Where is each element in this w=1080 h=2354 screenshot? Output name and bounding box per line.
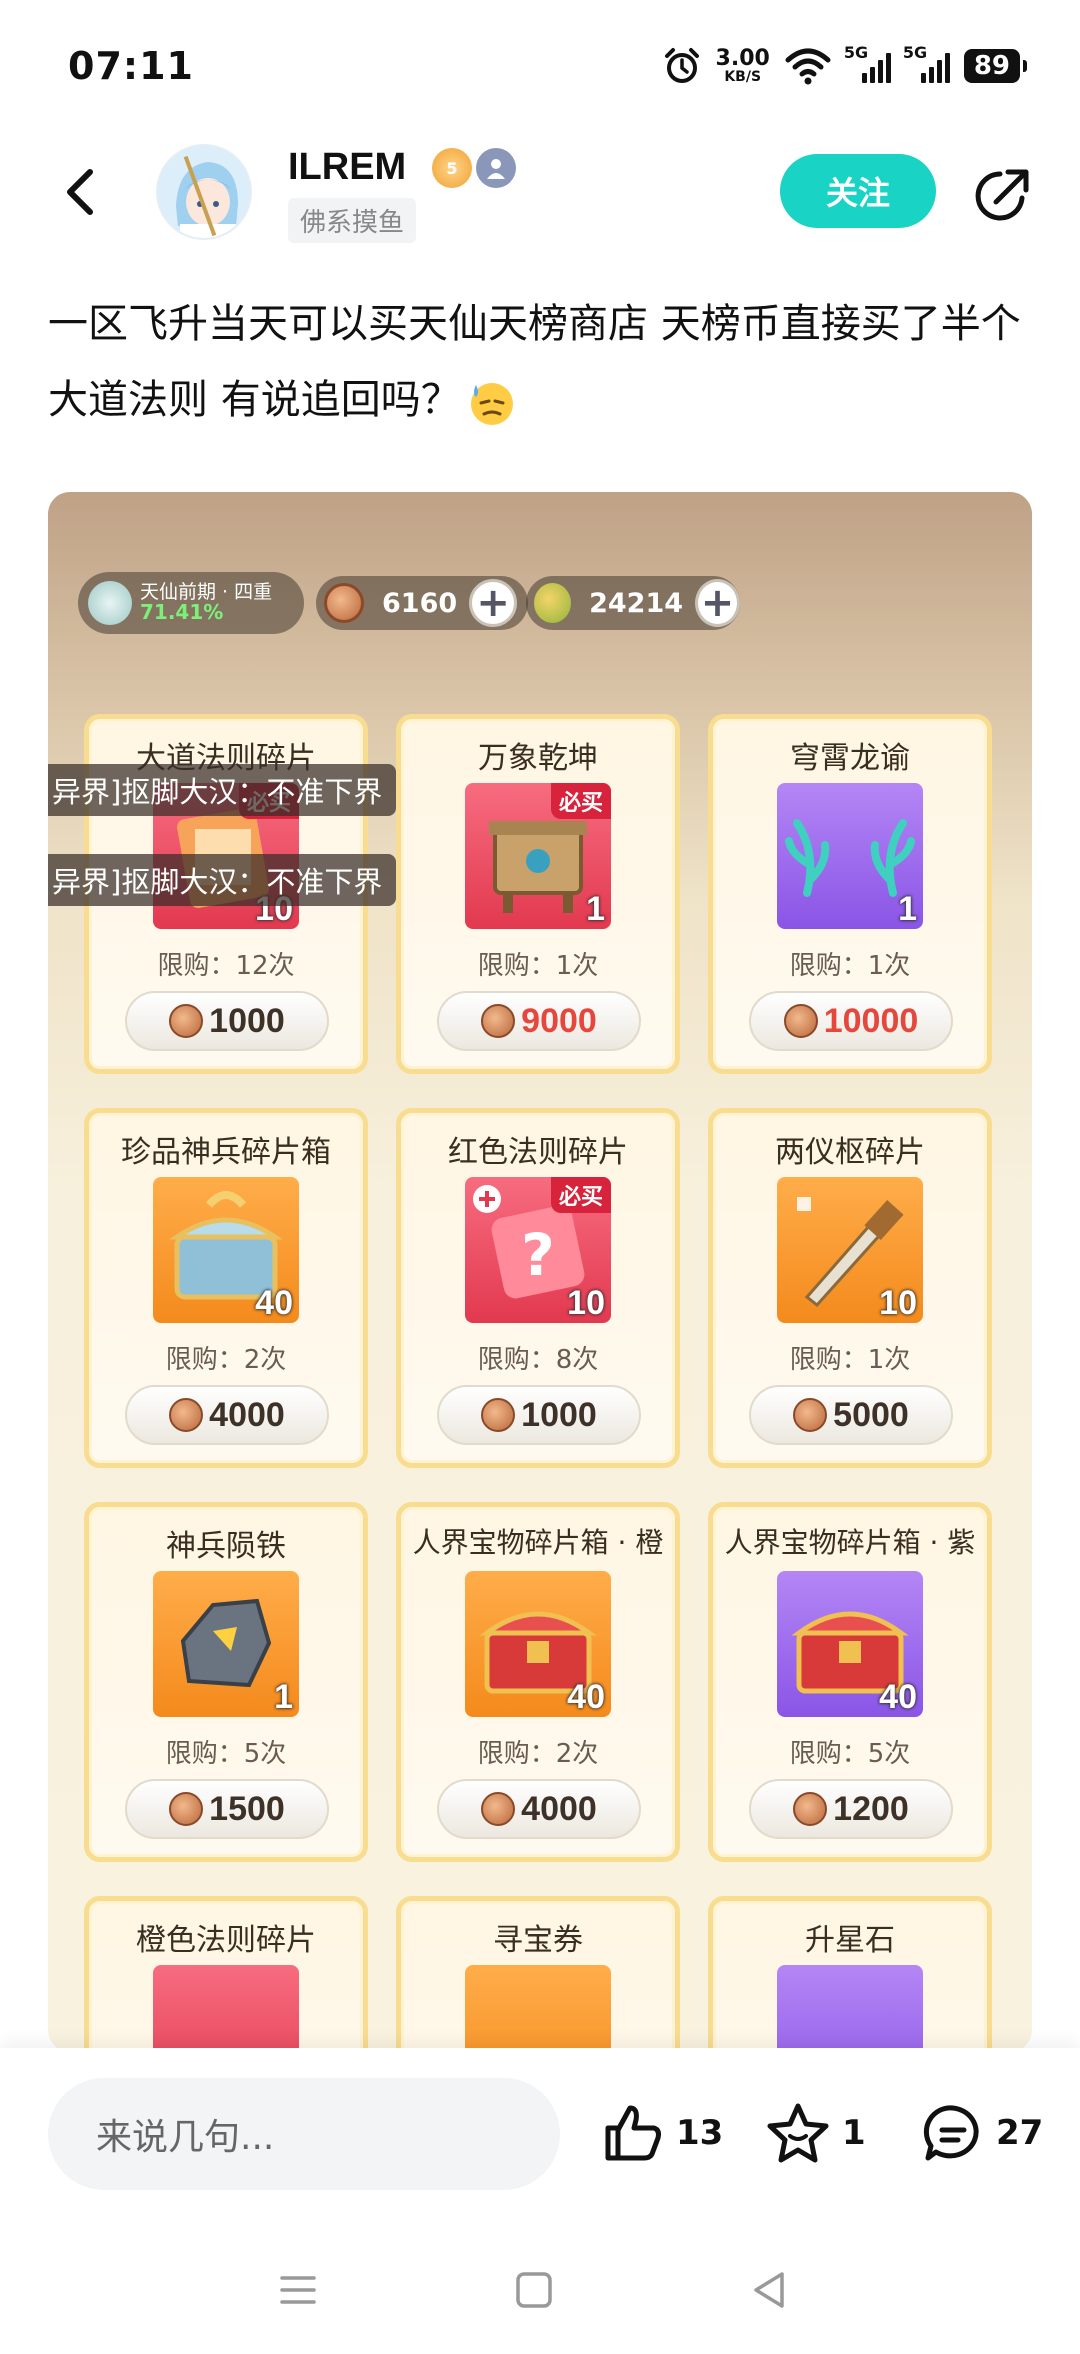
item-thumbnail: 必买 1	[465, 783, 611, 929]
alarm-icon	[664, 48, 699, 83]
item-thumbnail: 40	[465, 1571, 611, 1717]
shop-item-card: 升星石	[708, 1896, 992, 2052]
back-nav-icon[interactable]	[748, 2268, 792, 2312]
post-text: 一区飞升当天可以买天仙天榜商店 天榜币直接买了半个大道法则 有说追回吗？	[48, 286, 1038, 438]
wifi-icon	[785, 48, 831, 85]
status-icons: 3.00 KB/S 5G 5G 89	[662, 43, 1028, 86]
favorite-button[interactable]: 1	[764, 2100, 866, 2166]
follow-button[interactable]: 关注	[780, 154, 936, 228]
avatar[interactable]	[156, 144, 252, 240]
item-thumbnail	[153, 1965, 299, 2052]
shop-item-card: 人界宝物碎片箱 · 紫 40 限购：5次 1200	[708, 1502, 992, 1862]
currency-coin: 6160 +	[316, 576, 528, 630]
add-jade-button: +	[695, 579, 740, 627]
price-button: 9000	[437, 991, 641, 1051]
comment-button[interactable]: 27	[920, 2100, 1043, 2166]
item-thumbnail: 10	[777, 1177, 923, 1323]
post-image[interactable]: 天仙前期 · 四重 71.41% 6160 + 24214 + 大道法则碎片 必…	[48, 492, 1032, 2052]
item-thumbnail: ? 必买 10	[465, 1177, 611, 1323]
bottom-action-bar: 来说几句... 13 1 27	[0, 2048, 1080, 2224]
shop-item-card: 穹霄龙谕 1 限购：1次 10000	[708, 714, 992, 1074]
menu-icon[interactable]	[276, 2268, 320, 2312]
chat-message: 异界]抠脚大汉：不准下界	[48, 854, 397, 906]
avatar-image	[158, 146, 250, 238]
shop-item-card: 两仪枢碎片 10 限购：1次 5000	[708, 1108, 992, 1468]
item-thumbnail: 1	[777, 783, 923, 929]
realm-icon	[88, 581, 132, 625]
shop-item-card: 神兵陨铁 1 限购：5次 1500	[84, 1502, 368, 1862]
item-thumbnail: 1	[153, 1571, 299, 1717]
comment-input[interactable]: 来说几句...	[48, 2078, 560, 2190]
price-button: 10000	[749, 991, 953, 1051]
network-speed: 3.00 KB/S	[715, 46, 770, 85]
signal-5g-1-icon: 5G	[844, 43, 891, 83]
price-button: 4000	[437, 1779, 641, 1839]
svg-text:?: ?	[521, 1221, 555, 1289]
share-button[interactable]	[970, 164, 1034, 228]
share-icon	[975, 169, 1029, 221]
item-thumbnail: 40	[777, 1571, 923, 1717]
chat-message: 异界]抠脚大汉：不准下界	[48, 764, 397, 816]
comment-icon	[923, 2105, 979, 2161]
home-icon[interactable]	[512, 2268, 556, 2312]
add-coin-button: +	[469, 579, 518, 627]
shop-item-card: 人界宝物碎片箱 · 橙 40 限购：2次 4000	[396, 1502, 680, 1862]
shop-item-card: 珍品神兵碎片箱 40 限购：2次 4000	[84, 1108, 368, 1468]
price-button: 1200	[749, 1779, 953, 1839]
shop-item-card: 万象乾坤 必买 1 限购：1次 9000	[396, 714, 680, 1074]
battery-indicator: 89	[963, 49, 1028, 83]
sweat-emoji-icon	[470, 383, 513, 425]
username[interactable]: ILREM	[288, 146, 406, 189]
price-button: 4000	[125, 1385, 329, 1445]
like-button[interactable]: 13	[600, 2100, 723, 2166]
shop-item-card: 橙色法则碎片	[84, 1896, 368, 2052]
realm-indicator: 天仙前期 · 四重 71.41%	[78, 572, 304, 634]
price-button: 1000	[437, 1385, 641, 1445]
system-nav-bar	[0, 2224, 1080, 2354]
price-button: 5000	[749, 1385, 953, 1445]
thumbs-up-icon	[605, 2105, 661, 2161]
jade-icon	[534, 583, 572, 623]
shop-item-card: 红色法则碎片 ? 必买 10 限购：8次 1000	[396, 1108, 680, 1468]
level-badge-icon: 5	[432, 148, 472, 188]
currency-jade: 24214 +	[526, 576, 740, 630]
verified-badge-icon	[476, 148, 516, 188]
status-bar: 07:11 3.00 KB/S 5G 5G 89	[0, 0, 1080, 140]
shop-item-card: 寻宝券	[396, 1896, 680, 2052]
chevron-left-icon	[67, 169, 93, 215]
star-icon	[767, 2103, 829, 2163]
coin-icon	[324, 583, 364, 623]
clock: 07:11	[68, 44, 194, 88]
price-button: 1000	[125, 991, 329, 1051]
signal-5g-2-icon: 5G	[903, 43, 950, 83]
item-thumbnail: 40	[153, 1177, 299, 1323]
user-tag: 佛系摸鱼	[288, 198, 417, 243]
user-badges: 5	[432, 148, 516, 188]
item-thumbnail	[465, 1965, 611, 2052]
price-button: 1500	[125, 1779, 329, 1839]
post-header: ILREM 5 佛系摸鱼 关注	[0, 140, 1080, 250]
item-thumbnail	[777, 1965, 923, 2052]
back-button[interactable]	[52, 162, 112, 222]
